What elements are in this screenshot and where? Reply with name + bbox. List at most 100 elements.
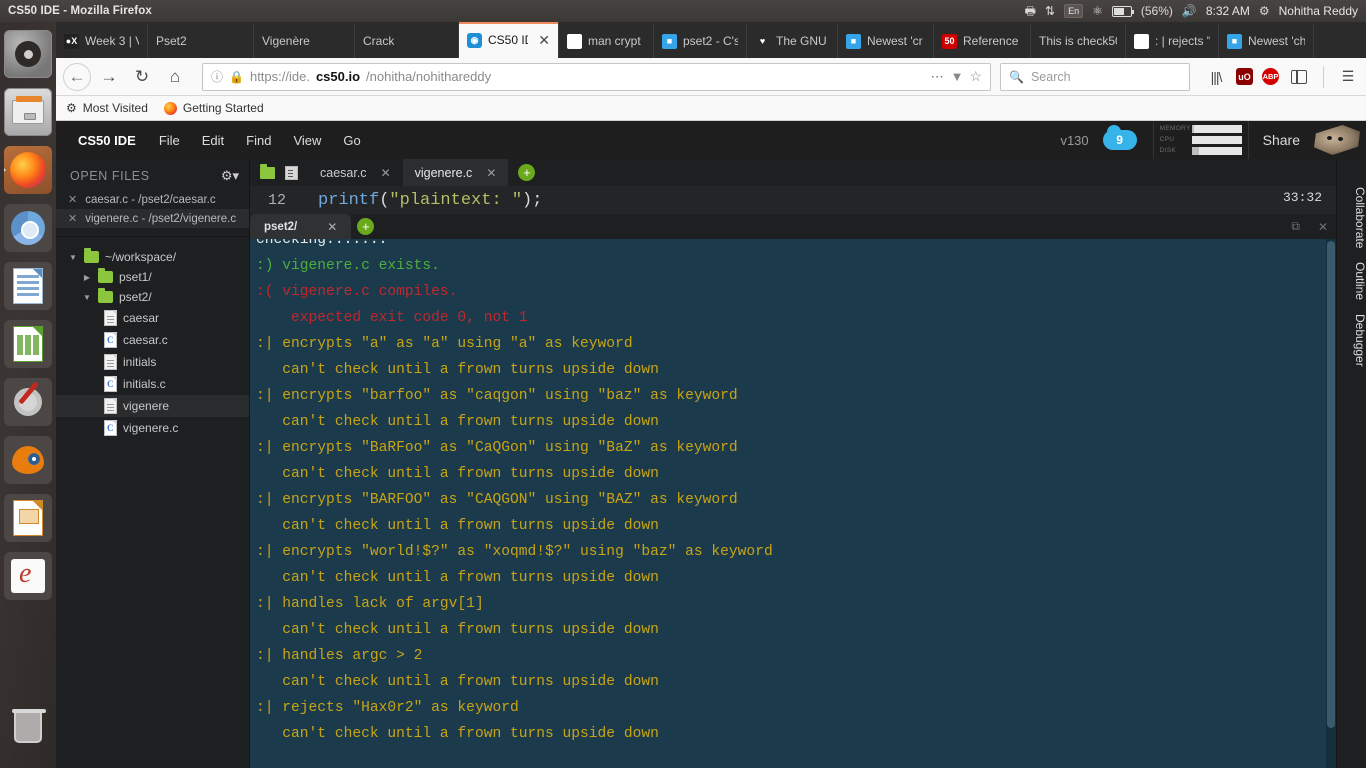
browser-tab-1[interactable]: Pset2 [148, 24, 254, 58]
tab-close-icon[interactable]: ✕ [538, 33, 550, 47]
gear-icon[interactable]: ⚙▾ [221, 168, 239, 184]
launcher-item-firefox[interactable] [4, 146, 52, 194]
launcher-item-files[interactable] [4, 88, 52, 136]
close-icon[interactable]: ✕ [486, 166, 496, 180]
new-editor-tab-icon[interactable]: + [518, 164, 536, 181]
terminal-line: can't check until a frown turns upside d… [256, 362, 659, 378]
back-button[interactable]: ← [63, 62, 91, 91]
chevron-right-icon[interactable]: ▶ [82, 273, 92, 282]
pocket-icon[interactable]: ▼ [951, 69, 964, 84]
launcher-item-libreoffice-calc[interactable] [4, 320, 52, 368]
printer-icon[interactable]: 🖶 [1025, 5, 1036, 17]
tree-item-initials-c[interactable]: initials.c [56, 373, 249, 395]
chevron-down-icon[interactable]: ▼ [82, 293, 92, 302]
browser-tab-4-active[interactable]: ◉ CS50 ID ✕ [459, 22, 559, 58]
forward-button[interactable]: → [94, 63, 124, 91]
volume-icon[interactable]: 🔊 [1182, 5, 1197, 17]
reload-button[interactable]: ↻ [127, 63, 157, 91]
battery-icon[interactable] [1111, 5, 1135, 17]
open-file-item-caesar[interactable]: ✕ caesar.c - /pset2/caesar.c [56, 190, 249, 209]
open-file-item-vigenere[interactable]: ✕ vigenere.c - /pset2/vigenere.c [56, 209, 249, 228]
browser-tab-7[interactable]: ♥ The GNU C [747, 24, 838, 58]
tree-item-label: initials [123, 355, 157, 369]
tree-item-label: pset2/ [119, 290, 152, 304]
terminal-output[interactable]: checking....... :) vigenere.c exists. :(… [250, 239, 1336, 768]
maximize-icon[interactable]: ⧉ [1291, 219, 1300, 234]
terminal-scrollbar[interactable] [1326, 239, 1336, 768]
library-icon[interactable]: |||\ [1205, 65, 1227, 89]
rail-item-outline[interactable]: Outline [1337, 248, 1366, 300]
rail-item-debugger[interactable]: Debugger [1337, 300, 1366, 367]
bookmark-getting-started[interactable]: Getting Started [163, 101, 264, 115]
address-bar[interactable]: ⓘ 🔒 https://ide. cs50.io/nohitha/nohithar… [202, 62, 991, 91]
search-bar[interactable]: 🔍 Search [1000, 62, 1190, 91]
adblock-plus-icon[interactable]: ABP [1262, 68, 1279, 85]
close-icon[interactable]: ✕ [68, 193, 77, 206]
folder-icon[interactable] [260, 163, 275, 179]
close-icon[interactable]: ✕ [327, 220, 337, 234]
home-button[interactable]: ⌂ [160, 63, 190, 91]
ide-brand[interactable]: CS50 IDE [66, 133, 148, 148]
tab-favicon-stackoverflow-icon: ■ [1227, 33, 1242, 49]
list-icon[interactable] [285, 165, 298, 180]
browser-tab-2[interactable]: Vigenère [254, 24, 355, 58]
cs50-ide: CS50 IDE File Edit Find View Go v130 9 M… [56, 120, 1366, 768]
launcher-item-libreoffice-impress[interactable] [4, 494, 52, 542]
keyboard-layout-indicator[interactable]: En [1064, 4, 1084, 18]
tree-item-initials[interactable]: initials [56, 351, 249, 373]
editor-code-line[interactable]: 12 printf("plaintext: "); 33:32 [250, 186, 1336, 214]
editor-tab-vigenere-c[interactable]: vigenere.c ✕ [402, 159, 509, 186]
tree-item-pset2[interactable]: ▼ pset2/ [56, 287, 249, 307]
menu-icon[interactable]: ☰ [1337, 65, 1359, 89]
tree-item-caesar[interactable]: caesar [56, 307, 249, 329]
editor-tab-caesar-c[interactable]: caesar.c ✕ [308, 159, 403, 186]
launcher-item-blender[interactable] [4, 436, 52, 484]
launcher-item-libreoffice-writer[interactable] [4, 262, 52, 310]
chevron-down-icon[interactable]: ▼ [68, 253, 78, 262]
browser-tab-0[interactable]: ●X Week 3 | V [56, 24, 148, 58]
launcher-item-ubuntu-dash[interactable] [4, 30, 52, 78]
rail-item-collaborate[interactable]: Collaborate [1337, 173, 1366, 248]
ublock-icon[interactable]: uO [1236, 68, 1253, 85]
new-terminal-tab-icon[interactable]: + [357, 218, 375, 235]
sidebar-icon[interactable] [1288, 65, 1310, 89]
info-icon[interactable]: ⓘ [211, 68, 223, 85]
terminal-tab-pset2[interactable]: pset2/ ✕ [250, 214, 352, 239]
browser-tab-12[interactable]: ■ Newest 'ch [1219, 24, 1314, 58]
close-icon[interactable]: ✕ [1318, 220, 1328, 234]
menu-view[interactable]: View [282, 133, 332, 148]
tree-item-workspace[interactable]: ▼ ~/workspace/ [56, 247, 249, 267]
gear-icon[interactable]: ⚙ [1259, 5, 1270, 17]
browser-tab-10[interactable]: This is check50 [1031, 24, 1126, 58]
launcher-item-ebook-reader[interactable] [4, 552, 52, 600]
bluetooth-icon[interactable]: ⚛ [1092, 5, 1103, 17]
close-icon[interactable]: ✕ [68, 212, 77, 225]
user-menu[interactable]: Nohitha Reddy [1279, 4, 1362, 18]
share-button[interactable]: Share [1249, 132, 1314, 148]
folder-icon [84, 248, 99, 263]
launcher-item-chromium[interactable] [4, 204, 52, 252]
browser-tab-11[interactable]: G : | rejects " [1126, 24, 1219, 58]
menu-edit[interactable]: Edit [191, 133, 235, 148]
tree-item-pset1[interactable]: ▶ pset1/ [56, 267, 249, 287]
notification-badge[interactable]: 9 [1102, 125, 1137, 150]
menu-find[interactable]: Find [235, 133, 282, 148]
bookmark-most-visited[interactable]: ⚙ Most Visited [66, 101, 148, 115]
menu-go[interactable]: Go [332, 133, 371, 148]
browser-tab-8[interactable]: ■ Newest 'cr [838, 24, 934, 58]
menu-file[interactable]: File [148, 133, 191, 148]
tree-item-caesar-c[interactable]: caesar.c [56, 329, 249, 351]
clock[interactable]: 8:32 AM [1206, 4, 1250, 18]
star-icon[interactable]: ☆ [969, 68, 982, 85]
browser-tab-9[interactable]: 50 Reference [934, 24, 1031, 58]
browser-tab-3[interactable]: Crack [355, 24, 459, 58]
browser-tab-5[interactable]: G man crypt [559, 24, 654, 58]
close-icon[interactable]: ✕ [381, 166, 391, 180]
browser-tab-6[interactable]: ■ pset2 - C's [654, 24, 747, 58]
launcher-item-trash[interactable] [4, 704, 52, 752]
network-updown-icon[interactable]: ⇅ [1045, 5, 1055, 17]
tree-item-vigenere-c[interactable]: vigenere.c [56, 417, 249, 439]
tree-item-vigenere[interactable]: vigenere [56, 395, 249, 417]
launcher-item-software-tools[interactable] [4, 378, 52, 426]
page-actions-icon[interactable]: ⋯ [931, 69, 945, 85]
